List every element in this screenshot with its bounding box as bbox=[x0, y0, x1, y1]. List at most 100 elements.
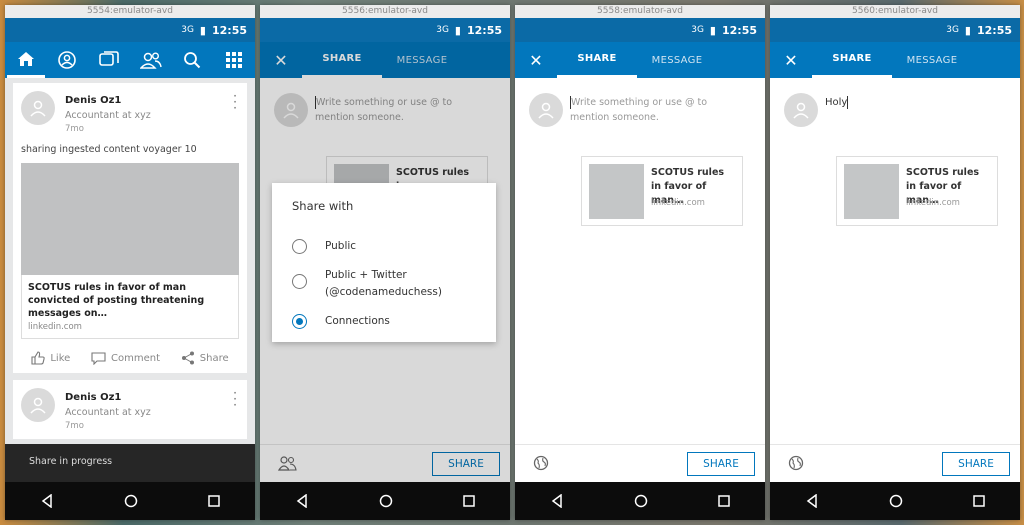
avatar bbox=[784, 93, 818, 127]
network-icon[interactable] bbox=[132, 42, 170, 78]
link-image bbox=[844, 164, 899, 219]
emulator-window-3: 5558:emulator-avd 3G ▮ 12:55 ✕ SHARE MES… bbox=[515, 5, 765, 520]
battery-icon: ▮ bbox=[454, 23, 461, 37]
home-button-icon[interactable] bbox=[379, 494, 393, 508]
compose-area: Write something or use @ to mention some… bbox=[515, 78, 765, 482]
option-label: Public bbox=[325, 240, 357, 252]
post-time: 7mo bbox=[65, 124, 84, 134]
option-public-twitter[interactable]: Public + Twitter (@codenameduchess) bbox=[292, 267, 482, 301]
back-icon[interactable] bbox=[550, 494, 564, 508]
link-preview[interactable]: SCOTUS rules in favor of man convicted o… bbox=[21, 163, 239, 339]
clock: 12:55 bbox=[466, 23, 502, 37]
clock: 12:55 bbox=[211, 23, 247, 37]
typed-text: Holy bbox=[825, 97, 848, 108]
share-button[interactable]: SHARE bbox=[687, 452, 755, 476]
post-actions: Like Comment Share bbox=[21, 351, 239, 365]
clock: 12:55 bbox=[976, 23, 1012, 37]
globe-icon[interactable] bbox=[533, 455, 549, 471]
avatar[interactable] bbox=[21, 91, 55, 125]
post-time: 7mo bbox=[65, 421, 84, 431]
emulator-window-1: 5554:emulator-avd 3G ▮ 12:55 Denis Oz1 A… bbox=[5, 5, 255, 520]
signal-icon: 3G bbox=[691, 25, 704, 35]
compose-input[interactable]: Write something or use @ to mention some… bbox=[570, 95, 745, 125]
avatar[interactable] bbox=[21, 388, 55, 422]
battery-icon: ▮ bbox=[709, 23, 716, 37]
back-icon[interactable] bbox=[805, 494, 819, 508]
option-connections[interactable]: Connections bbox=[292, 314, 390, 329]
compose-bottom-bar: SHARE bbox=[515, 444, 765, 482]
link-domain: linkedin.com bbox=[21, 322, 239, 339]
comment-label: Comment bbox=[111, 352, 161, 364]
status-bar: 3G ▮ 12:55 bbox=[5, 18, 255, 42]
author-headline: Accountant at xyz bbox=[65, 407, 151, 418]
globe-icon[interactable] bbox=[788, 455, 804, 471]
tab-share[interactable]: SHARE bbox=[812, 42, 892, 78]
compose-input[interactable]: Holy bbox=[825, 95, 1000, 110]
close-icon[interactable]: ✕ bbox=[515, 42, 557, 78]
option-public[interactable]: Public bbox=[292, 239, 356, 254]
signal-icon: 3G bbox=[436, 25, 449, 35]
recents-icon[interactable] bbox=[463, 495, 475, 507]
home-button-icon[interactable] bbox=[889, 494, 903, 508]
top-nav bbox=[5, 42, 255, 78]
apps-grid-icon[interactable] bbox=[215, 42, 253, 78]
close-icon[interactable]: ✕ bbox=[770, 42, 812, 78]
share-label: Share bbox=[199, 352, 229, 364]
author-name[interactable]: Denis Oz1 bbox=[65, 392, 151, 403]
share-toolbar: ✕ SHARE MESSAGE bbox=[770, 42, 1020, 78]
home-icon[interactable] bbox=[6, 42, 45, 78]
profile-icon[interactable] bbox=[48, 42, 86, 78]
window-title: 5556:emulator-avd bbox=[260, 5, 510, 18]
radio-public-twitter[interactable] bbox=[292, 274, 307, 289]
more-options-icon[interactable]: · · · bbox=[233, 387, 237, 411]
feed: Denis Oz1 Accountant at xyz 7mo · · · shar… bbox=[5, 78, 255, 482]
option-label: Connections bbox=[325, 315, 390, 327]
link-preview: SCOTUS rules in favor of man… linkedin.c… bbox=[581, 156, 743, 226]
feed-post: Denis Oz1 Accountant at xyz 7mo · · · bbox=[13, 380, 247, 439]
author-name[interactable]: Denis Oz1 bbox=[65, 95, 151, 106]
share-with-dialog: Share with Public Public + Twitter (@cod… bbox=[272, 183, 496, 342]
dialog-title: Share with bbox=[292, 199, 354, 213]
status-bar: 3G ▮ 12:55 bbox=[515, 18, 765, 42]
messages-icon[interactable] bbox=[90, 42, 128, 78]
clock: 12:55 bbox=[721, 23, 757, 37]
more-options-icon[interactable]: · · · bbox=[233, 90, 237, 114]
comment-button[interactable]: Comment bbox=[91, 351, 161, 365]
status-bar: 3G ▮ 12:55 bbox=[770, 18, 1020, 42]
recents-icon[interactable] bbox=[973, 495, 985, 507]
link-domain: linkedin.com bbox=[906, 198, 960, 208]
radio-public[interactable] bbox=[292, 239, 307, 254]
option-label: Public + Twitter (@codenameduchess) bbox=[325, 269, 442, 298]
back-icon[interactable] bbox=[40, 494, 54, 508]
recents-icon[interactable] bbox=[208, 495, 220, 507]
android-nav-bar bbox=[5, 482, 255, 520]
signal-icon: 3G bbox=[181, 25, 194, 35]
share-toolbar: ✕ SHARE MESSAGE bbox=[515, 42, 765, 78]
search-icon[interactable] bbox=[173, 42, 211, 78]
link-preview: SCOTUS rules in favor of man… linkedin.c… bbox=[836, 156, 998, 226]
emulator-window-4: 5560:emulator-avd 3G ▮ 12:55 ✕ SHARE MES… bbox=[770, 5, 1020, 520]
signal-icon: 3G bbox=[946, 25, 959, 35]
radio-connections[interactable] bbox=[292, 314, 307, 329]
post-text: sharing ingested content voyager 10 bbox=[21, 144, 197, 155]
tab-share[interactable]: SHARE bbox=[557, 42, 637, 78]
placeholder: Write something or use @ to mention some… bbox=[570, 97, 708, 123]
text-cursor bbox=[847, 95, 849, 109]
author-headline: Accountant at xyz bbox=[65, 110, 151, 121]
compose-bottom-bar: SHARE bbox=[770, 444, 1020, 482]
share-action-button[interactable]: Share bbox=[181, 351, 229, 365]
status-bar: 3G ▮ 12:55 bbox=[260, 18, 510, 42]
recents-icon[interactable] bbox=[718, 495, 730, 507]
like-button[interactable]: Like bbox=[31, 351, 70, 365]
link-image bbox=[589, 164, 644, 219]
home-button-icon[interactable] bbox=[634, 494, 648, 508]
tab-message[interactable]: MESSAGE bbox=[892, 42, 972, 78]
window-title: 5558:emulator-avd bbox=[515, 5, 765, 18]
back-icon[interactable] bbox=[295, 494, 309, 508]
link-domain: linkedin.com bbox=[651, 198, 705, 208]
tab-message[interactable]: MESSAGE bbox=[637, 42, 717, 78]
android-nav-bar bbox=[770, 482, 1020, 520]
battery-icon: ▮ bbox=[964, 23, 971, 37]
share-button[interactable]: SHARE bbox=[942, 452, 1010, 476]
home-button-icon[interactable] bbox=[124, 494, 138, 508]
